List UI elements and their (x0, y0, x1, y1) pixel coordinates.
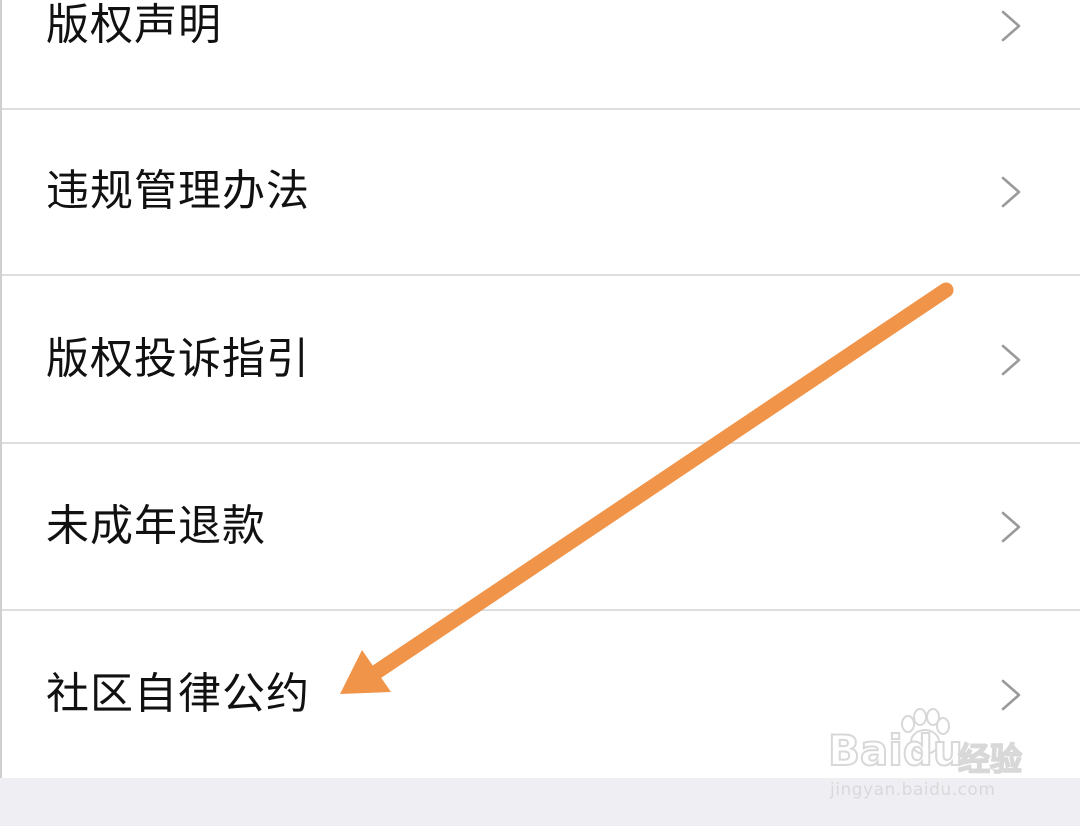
chevron-right-icon (1001, 10, 1021, 42)
watermark-brand: Baidu (827, 725, 964, 776)
chevron-right-icon (1001, 511, 1021, 543)
menu-item-copyright-statement[interactable]: 版权声明 (0, 0, 1080, 110)
watermark-product: 经验 (957, 739, 1023, 779)
chevron-right-icon (1001, 344, 1021, 376)
left-border-divider (0, 0, 2, 778)
menu-item-label: 未成年退款 (46, 501, 266, 552)
menu-item-copyright-complaint-guide[interactable]: 版权投诉指引 (0, 278, 1080, 444)
watermark-url: jingyan.baidu.com (830, 780, 996, 800)
menu-item-label: 版权投诉指引 (46, 334, 310, 385)
settings-screen: 版权声明 违规管理办法 版权投诉指引 未成年退款 社区自律公约 Baidu 经验… (0, 0, 1080, 826)
menu-item-label: 社区自律公约 (46, 669, 310, 720)
menu-item-violation-rules[interactable]: 违规管理办法 (0, 110, 1080, 276)
baidu-jingyan-watermark: Baidu 经验 jingyan.baidu.com (827, 706, 1028, 802)
menu-item-label: 版权声明 (46, 0, 222, 51)
settings-menu-list: 版权声明 违规管理办法 版权投诉指引 未成年退款 社区自律公约 (0, 0, 1080, 778)
chevron-right-icon (1001, 176, 1021, 208)
menu-item-label: 违规管理办法 (46, 166, 310, 217)
menu-item-minor-refund[interactable]: 未成年退款 (0, 445, 1080, 611)
